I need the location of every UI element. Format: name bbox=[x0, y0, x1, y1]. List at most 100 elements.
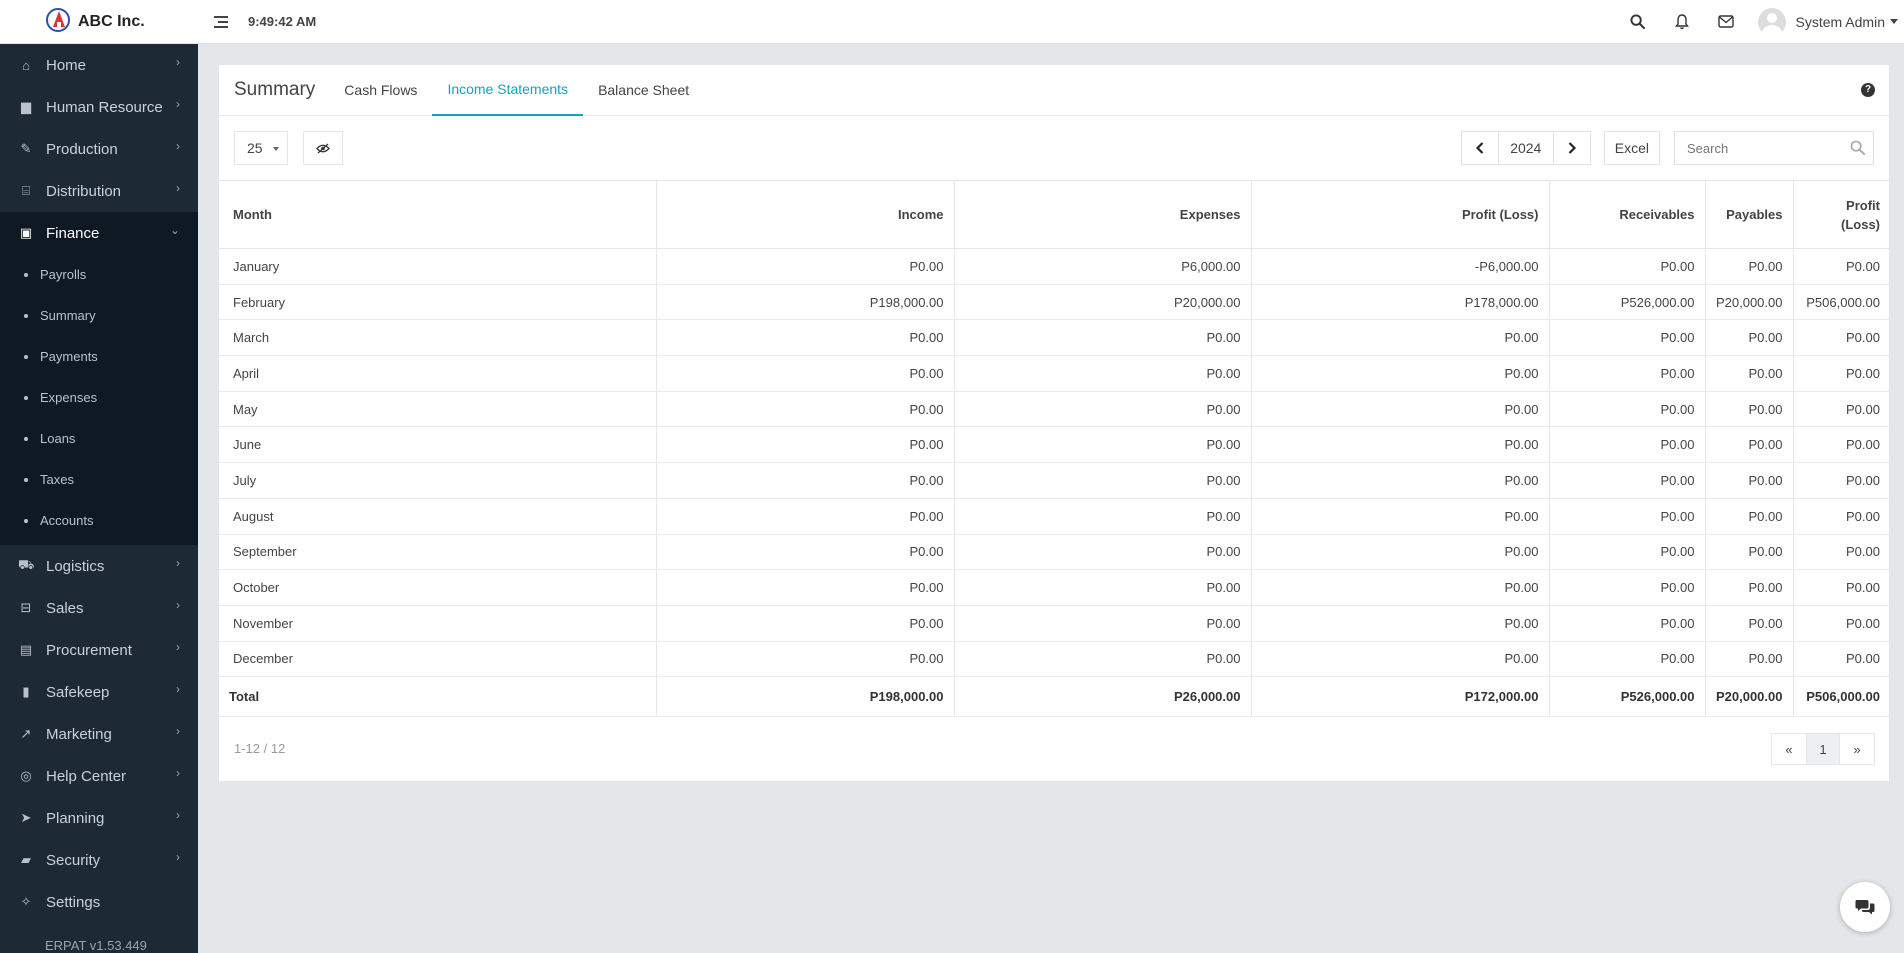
cell-receivables: P526,000.00 bbox=[1549, 284, 1706, 321]
sidebar-item-settings[interactable]: ✧ Settings bbox=[0, 881, 198, 923]
chat-icon bbox=[1855, 899, 1875, 914]
next-page-button[interactable]: » bbox=[1840, 734, 1874, 764]
sidebar-item-security[interactable]: ▰ Security › bbox=[0, 839, 198, 881]
cell-income: P0.00 bbox=[656, 319, 955, 357]
bullet-icon bbox=[24, 272, 28, 277]
total-income: P198,000.00 bbox=[656, 676, 955, 718]
page-size-select[interactable]: 25 bbox=[234, 131, 288, 165]
cell-net-profit-loss: P0.00 bbox=[1793, 641, 1890, 678]
column-header-expenses[interactable]: Expenses bbox=[954, 180, 1252, 249]
pagination-summary: 1-12 / 12 bbox=[234, 741, 286, 756]
column-header-income[interactable]: Income bbox=[656, 180, 955, 249]
page-number-button[interactable]: 1 bbox=[1806, 734, 1840, 764]
sidebar-item-logistics[interactable]: ⛟ Logistics › bbox=[0, 545, 198, 587]
sidebar-item-finance[interactable]: ▣ Finance ⌄ bbox=[0, 212, 198, 254]
cell-income: P0.00 bbox=[656, 248, 955, 285]
sidebar-item-production[interactable]: ✎ Production › bbox=[0, 128, 198, 170]
sidebar-item-home[interactable]: ⌂ Home › bbox=[0, 44, 198, 86]
chevron-right-icon: › bbox=[176, 766, 180, 780]
sidebar-item-planning[interactable]: ➤ Planning › bbox=[0, 797, 198, 839]
cell-income: P0.00 bbox=[656, 498, 955, 535]
column-header-profit-loss[interactable]: Profit (Loss) bbox=[1251, 180, 1550, 249]
cell-expenses: P20,000.00 bbox=[954, 284, 1252, 321]
sidebar-subitem-loans[interactable]: Loans bbox=[0, 418, 198, 459]
search-icon[interactable] bbox=[1850, 140, 1865, 155]
total-expenses: P26,000.00 bbox=[954, 676, 1252, 718]
chevron-right-icon: › bbox=[176, 808, 180, 822]
cell-profit-loss: P0.00 bbox=[1251, 355, 1550, 392]
search-icon[interactable] bbox=[1616, 0, 1660, 44]
table-row: March P0.00 P0.00 P0.00 P0.00 P0.00 P0.00 bbox=[219, 319, 1890, 357]
total-receivables: P526,000.00 bbox=[1549, 676, 1706, 718]
sidebar-subitem-payments[interactable]: Payments bbox=[0, 336, 198, 377]
sidebar-subitem-label: Taxes bbox=[40, 472, 74, 487]
prev-year-button[interactable] bbox=[1462, 132, 1498, 164]
lock-icon: ▮ bbox=[22, 684, 30, 699]
sidebar-subitem-label: Accounts bbox=[40, 513, 94, 528]
cell-receivables: P0.00 bbox=[1549, 462, 1706, 499]
tab-income-statements[interactable]: Income Statements bbox=[432, 65, 584, 116]
chevron-right-icon: › bbox=[176, 139, 180, 153]
year-value[interactable]: 2024 bbox=[1497, 132, 1554, 164]
toggle-columns-button[interactable] bbox=[303, 131, 343, 165]
column-header-month[interactable]: Month bbox=[219, 180, 657, 249]
sidebar-item-label: Procurement bbox=[46, 641, 132, 659]
cell-month: December bbox=[219, 641, 657, 678]
cell-net-profit-loss: P0.00 bbox=[1793, 355, 1890, 392]
cell-receivables: P0.00 bbox=[1549, 534, 1706, 571]
sidebar-item-human-resource[interactable]: ▆ Human Resource › bbox=[0, 86, 198, 128]
app-version: ERPAT v1.53.449 bbox=[45, 938, 147, 953]
mail-icon[interactable] bbox=[1704, 0, 1748, 44]
sidebar-subitem-payrolls[interactable]: Payrolls bbox=[0, 254, 198, 295]
cell-month: March bbox=[219, 319, 657, 357]
column-header-net-profit-loss[interactable]: Profit (Loss) bbox=[1793, 180, 1890, 249]
excel-export-button[interactable]: Excel bbox=[1603, 131, 1660, 165]
sidebar-item-sales[interactable]: ⊟ Sales › bbox=[0, 587, 198, 629]
table-row: February P198,000.00 P20,000.00 P178,000.00… bbox=[219, 284, 1890, 321]
chevron-right-icon: › bbox=[176, 556, 180, 570]
chat-button[interactable] bbox=[1840, 882, 1890, 932]
chevron-right-icon: › bbox=[176, 181, 180, 195]
cell-net-profit-loss: P0.00 bbox=[1793, 498, 1890, 535]
sidebar-item-label: Sales bbox=[46, 599, 84, 617]
help-icon[interactable]: ? bbox=[1861, 83, 1875, 97]
cell-payables: P0.00 bbox=[1705, 248, 1794, 285]
brand[interactable]: ABC Inc. bbox=[0, 0, 198, 44]
briefcase-icon: ▆ bbox=[21, 99, 31, 114]
cell-expenses: P0.00 bbox=[954, 569, 1252, 606]
bullet-icon bbox=[24, 395, 28, 400]
sidebar-item-label: Finance bbox=[46, 224, 100, 242]
table-row: December P0.00 P0.00 P0.00 P0.00 P0.00 P0.00 bbox=[219, 641, 1890, 678]
user-name: System Admin bbox=[1795, 13, 1885, 30]
sidebar-subitem-accounts[interactable]: Accounts bbox=[0, 500, 198, 541]
sidebar-item-distribution[interactable]: ⌸ Distribution › bbox=[0, 170, 198, 212]
sidebar-item-label: Home bbox=[46, 56, 87, 74]
table-row: May P0.00 P0.00 P0.00 P0.00 P0.00 P0.00 bbox=[219, 391, 1890, 428]
column-header-payables[interactable]: Payables bbox=[1705, 180, 1794, 249]
search-input[interactable] bbox=[1687, 140, 1847, 156]
next-year-button[interactable] bbox=[1554, 132, 1590, 164]
cell-net-profit-loss: P0.00 bbox=[1793, 569, 1890, 606]
sidebar-subitem-summary[interactable]: Summary bbox=[0, 295, 198, 336]
sidebar-item-help-center[interactable]: ◎ Help Center › bbox=[0, 755, 198, 797]
prev-page-button[interactable]: « bbox=[1772, 734, 1806, 764]
sidebar-item-marketing[interactable]: ↗ Marketing › bbox=[0, 713, 198, 755]
sidebar-item-procurement[interactable]: ▤ Procurement › bbox=[0, 629, 198, 671]
pagination: « 1 » bbox=[1771, 733, 1875, 765]
tab-cash-flows[interactable]: Cash Flows bbox=[329, 65, 432, 116]
tab-balance-sheet[interactable]: Balance Sheet bbox=[583, 65, 704, 116]
cell-payables: P0.00 bbox=[1705, 498, 1794, 535]
column-header-receivables[interactable]: Receivables bbox=[1549, 180, 1706, 249]
bell-icon[interactable] bbox=[1660, 0, 1704, 44]
cell-receivables: P0.00 bbox=[1549, 319, 1706, 357]
cell-income: P0.00 bbox=[656, 605, 955, 642]
cell-payables: P0.00 bbox=[1705, 391, 1794, 428]
user-menu[interactable]: System Admin bbox=[1757, 7, 1898, 36]
cell-expenses: P0.00 bbox=[954, 605, 1252, 642]
year-selector: 2024 bbox=[1460, 131, 1591, 165]
sidebar-subitem-taxes[interactable]: Taxes bbox=[0, 459, 198, 500]
sidebar-toggle-icon[interactable] bbox=[214, 15, 228, 28]
cell-month: November bbox=[219, 605, 657, 642]
sidebar-item-safekeep[interactable]: ▮ Safekeep › bbox=[0, 671, 198, 713]
sidebar-subitem-expenses[interactable]: Expenses bbox=[0, 377, 198, 418]
